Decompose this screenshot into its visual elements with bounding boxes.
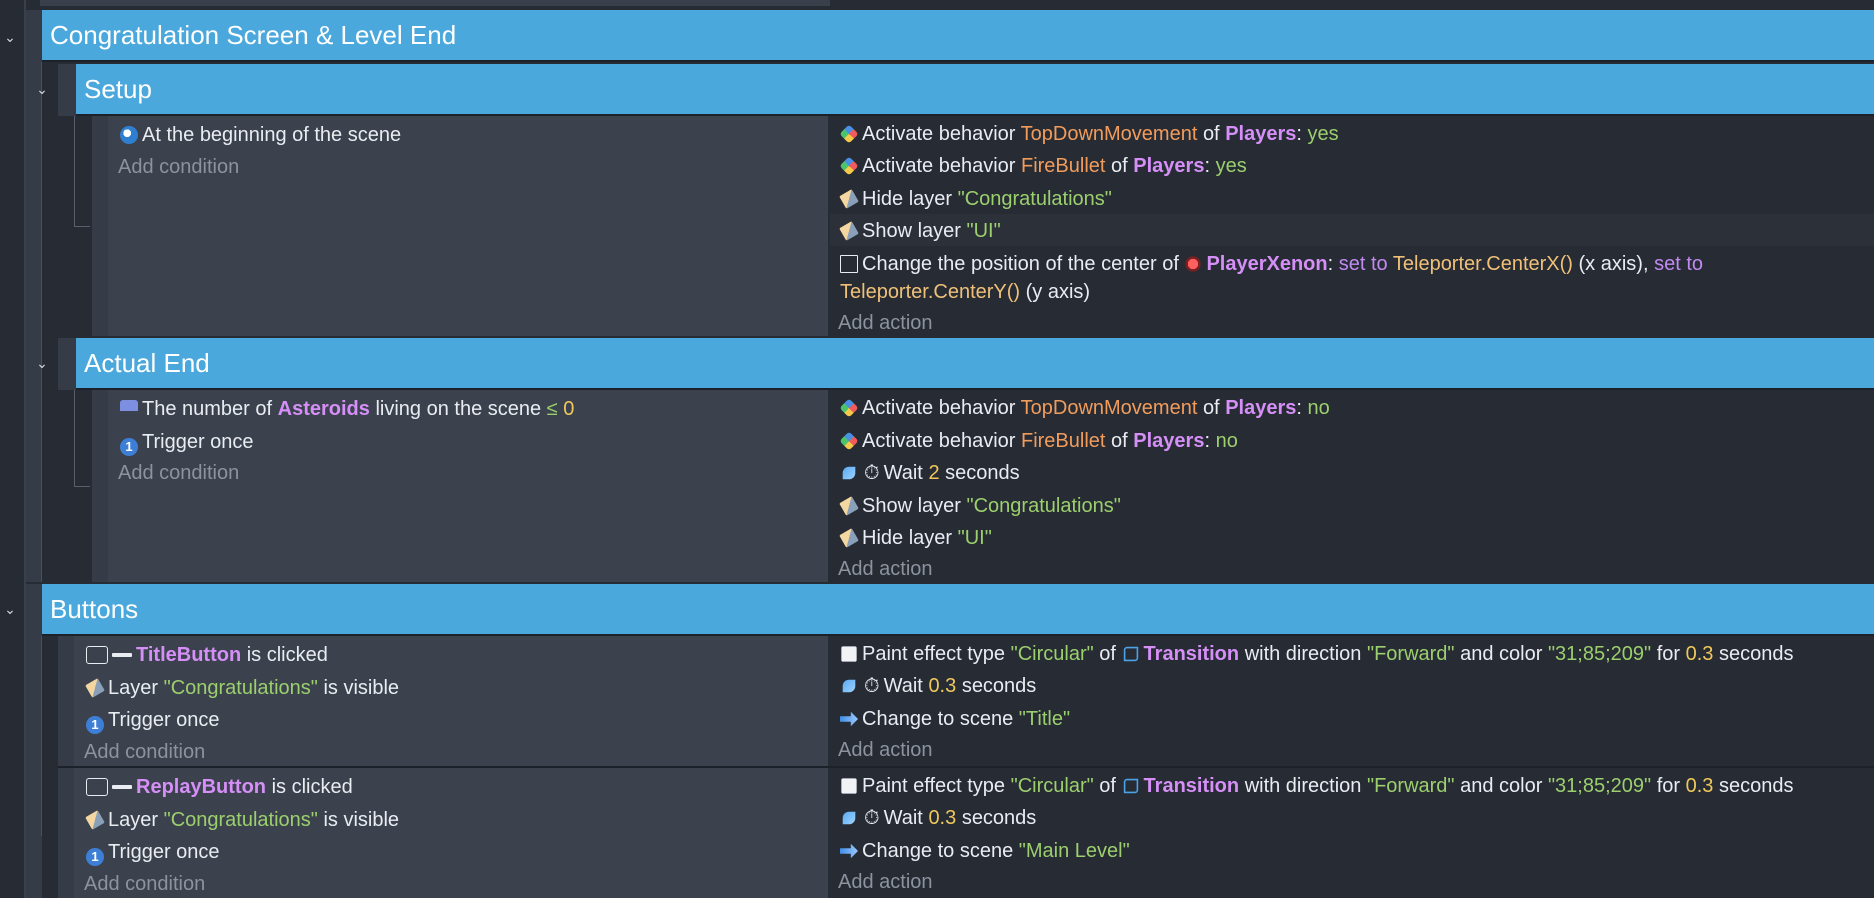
trigger-once-icon: 1 xyxy=(86,716,104,734)
condition-object-count[interactable]: The number of Asteroids living on the sc… xyxy=(120,396,574,422)
condition-layer-visible[interactable]: Layer "Congratulations" is visible xyxy=(85,675,399,701)
behavior-icon xyxy=(839,124,859,144)
layer-icon xyxy=(839,189,859,209)
event-gutter xyxy=(58,636,74,766)
action-wait[interactable]: ⏱ Wait 2 seconds xyxy=(840,460,1020,486)
transition-object-icon xyxy=(1123,646,1138,662)
collapse-setup-chevron-icon[interactable]: ⌄ xyxy=(32,79,52,99)
condition-layer-visible[interactable]: Layer "Congratulations" is visible xyxy=(85,807,399,833)
group-title: Setup xyxy=(84,74,152,104)
add-condition-link[interactable]: Add condition xyxy=(118,460,239,486)
object-count-icon xyxy=(120,400,138,418)
tree-bracket-foot xyxy=(74,226,90,227)
tree-bracket xyxy=(74,390,75,486)
behavior-icon xyxy=(839,431,859,451)
condition-trigger-once[interactable]: 1 Trigger once xyxy=(86,707,220,734)
scene-start-icon xyxy=(120,126,138,144)
add-condition-link[interactable]: Add condition xyxy=(84,739,205,765)
button-bar-icon xyxy=(112,785,132,789)
action-activate-behavior[interactable]: Activate behavior TopDownMovement of Pla… xyxy=(839,121,1339,147)
event-gutter xyxy=(92,390,108,582)
action-show-layer[interactable]: Show layer "Congratulations" xyxy=(839,493,1121,519)
stopwatch-icon: ⏱ xyxy=(864,675,880,697)
collapse-actual-end-chevron-icon[interactable]: ⌄ xyxy=(32,353,52,373)
position-icon xyxy=(840,255,858,273)
trigger-once-icon: 1 xyxy=(120,438,138,456)
action-change-scene[interactable]: Change to scene "Title" xyxy=(840,706,1070,732)
collapse-buttons-chevron-icon[interactable]: ⌄ xyxy=(0,599,20,619)
nested-gutter xyxy=(26,636,42,898)
add-action-link[interactable]: Add action xyxy=(838,310,933,336)
top-separator xyxy=(40,0,830,6)
action-hide-layer[interactable]: Hide layer "Congratulations" xyxy=(839,186,1112,212)
tree-connector xyxy=(41,62,42,582)
group-gutter xyxy=(26,10,42,62)
tree-bracket-foot xyxy=(74,486,90,487)
change-scene-icon xyxy=(840,711,858,727)
paint-effect-icon xyxy=(841,778,857,794)
condition-trigger-once[interactable]: 1 Trigger once xyxy=(120,429,254,456)
collapse-congratulation-chevron-icon[interactable]: ⌄ xyxy=(0,27,20,47)
button-icon xyxy=(86,646,108,664)
action-change-scene[interactable]: Change to scene "Main Level" xyxy=(840,838,1130,864)
condition-button-clicked[interactable]: TitleButton is clicked xyxy=(86,642,328,668)
layer-icon xyxy=(839,496,859,516)
group-header-congratulation[interactable]: Congratulation Screen & Level End xyxy=(42,10,1874,62)
action-hide-layer[interactable]: Hide layer "UI" xyxy=(839,525,992,551)
setup-gutter xyxy=(58,64,76,116)
button-icon xyxy=(86,778,108,796)
wait-icon xyxy=(842,811,856,825)
layer-icon xyxy=(839,221,859,241)
add-action-link[interactable]: Add action xyxy=(838,869,933,895)
behavior-icon xyxy=(839,398,859,418)
stopwatch-icon: ⏱ xyxy=(864,807,880,829)
action-wait[interactable]: ⏱ Wait 0.3 seconds xyxy=(840,805,1036,831)
group-header-buttons[interactable]: Buttons xyxy=(42,584,1874,636)
event-gutter xyxy=(58,768,74,898)
action-activate-behavior[interactable]: Activate behavior TopDownMovement of Pla… xyxy=(839,395,1330,421)
action-change-position-continued[interactable]: Teleporter.CenterY() (y axis) xyxy=(840,279,1090,305)
button-bar-icon xyxy=(112,653,132,657)
action-activate-behavior[interactable]: Activate behavior FireBullet of Players:… xyxy=(839,428,1238,454)
behavior-icon xyxy=(839,156,859,176)
action-paint-effect[interactable]: Paint effect type "Circular" of Transiti… xyxy=(840,641,1793,667)
group-gutter xyxy=(26,584,42,636)
condition-trigger-once[interactable]: 1 Trigger once xyxy=(86,839,220,866)
tree-bracket xyxy=(74,116,75,226)
condition-button-clicked[interactable]: ReplayButton is clicked xyxy=(86,774,353,800)
condition-panel[interactable] xyxy=(108,116,828,336)
event-gutter xyxy=(92,116,108,336)
tree-connector xyxy=(41,636,42,836)
paint-effect-icon xyxy=(841,646,857,662)
add-action-link[interactable]: Add action xyxy=(838,556,933,582)
condition-scene-start[interactable]: At the beginning of the scene xyxy=(120,122,401,148)
layer-icon xyxy=(85,678,105,698)
transition-object-icon xyxy=(1123,778,1138,794)
group-header-actual-end[interactable]: Actual End xyxy=(76,338,1874,390)
layer-icon xyxy=(85,810,105,830)
player-xenon-icon xyxy=(1184,255,1203,273)
action-change-position[interactable]: Change the position of the center of Pla… xyxy=(840,251,1703,277)
action-paint-effect[interactable]: Paint effect type "Circular" of Transiti… xyxy=(840,773,1793,799)
add-action-link[interactable]: Add action xyxy=(838,737,933,763)
trigger-once-icon: 1 xyxy=(86,848,104,866)
action-wait[interactable]: ⏱ Wait 0.3 seconds xyxy=(840,673,1036,699)
group-title: Congratulation Screen & Level End xyxy=(50,20,457,50)
group-title: Buttons xyxy=(50,594,139,624)
wait-icon xyxy=(842,466,856,480)
group-header-setup[interactable]: Setup xyxy=(76,64,1874,116)
add-condition-link[interactable]: Add condition xyxy=(118,154,239,180)
actual-end-gutter xyxy=(58,338,76,390)
action-show-layer[interactable]: Show layer "UI" xyxy=(839,218,1001,244)
change-scene-icon xyxy=(840,843,858,859)
stopwatch-icon: ⏱ xyxy=(864,462,880,484)
action-activate-behavior[interactable]: Activate behavior FireBullet of Players:… xyxy=(839,153,1247,179)
nested-gutter xyxy=(26,62,42,582)
layer-icon xyxy=(839,528,859,548)
group-title: Actual End xyxy=(84,348,210,378)
wait-icon xyxy=(842,679,856,693)
add-condition-link[interactable]: Add condition xyxy=(84,871,205,897)
